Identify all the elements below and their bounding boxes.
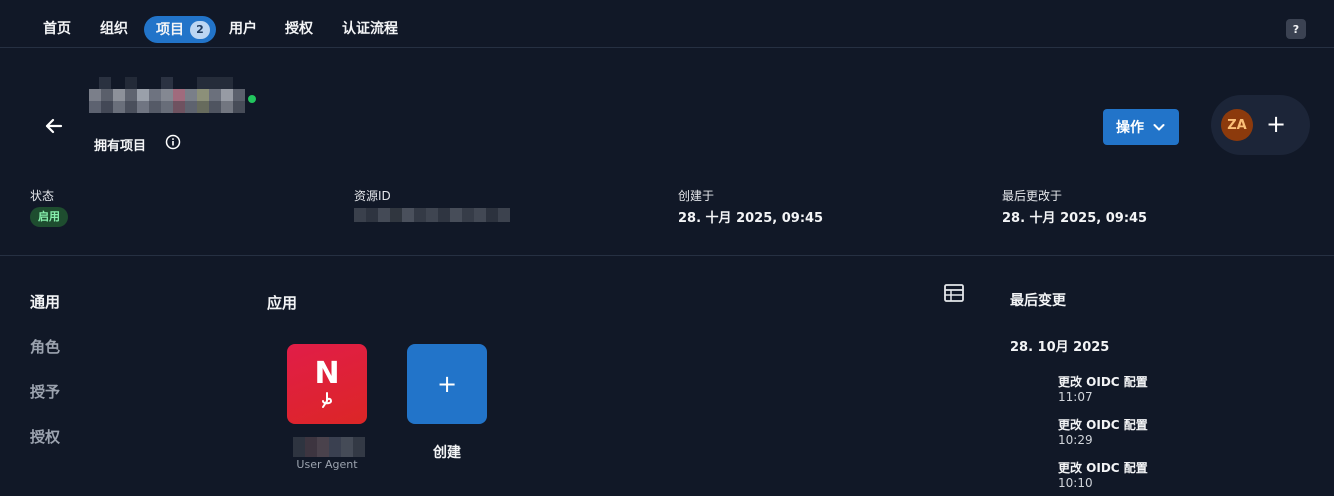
created-value: 28. 十月 2025, 09:45: [678, 211, 824, 226]
activity-entry-text: 更改 OIDC 配置: [1058, 461, 1148, 475]
info-icon[interactable]: [165, 134, 181, 150]
avatar[interactable]: ZA: [1221, 109, 1253, 141]
created-label: 创建于: [678, 189, 715, 203]
modified-value: 28. 十月 2025, 09:45: [1002, 211, 1148, 226]
nav-item-users[interactable]: 用户: [229, 16, 257, 42]
nav-item-organization[interactable]: 组织: [100, 16, 128, 42]
activity-entry-text: 更改 OIDC 配置: [1058, 418, 1148, 432]
nav-item-projects-label: 项目: [156, 21, 184, 38]
create-app-button[interactable]: +: [407, 344, 487, 424]
resource-id-label: 资源ID: [354, 189, 391, 203]
project-name-redacted: [89, 77, 249, 113]
app-card[interactable]: N: [287, 344, 367, 424]
table-view-icon[interactable]: [944, 284, 964, 302]
project-subtitle: 拥有项目: [94, 139, 147, 154]
actions-label: 操作: [1116, 120, 1144, 136]
nav-item-auth-flows[interactable]: 认证流程: [342, 16, 398, 42]
back-arrow-icon[interactable]: [42, 114, 66, 138]
activity-entry-time: 11:07: [1058, 390, 1093, 404]
create-app-label: 创建: [433, 445, 461, 461]
activity-entry-text: 更改 OIDC 配置: [1058, 375, 1148, 389]
nav-item-home[interactable]: 首页: [43, 16, 71, 42]
last-changes-title: 最后变更: [1010, 293, 1066, 309]
nav-item-authorizations[interactable]: 授权: [285, 16, 313, 42]
sidenav-item-roles[interactable]: 角色: [30, 336, 60, 357]
modified-label: 最后更改于: [1002, 189, 1063, 203]
projects-count-badge: 2: [190, 20, 210, 39]
app-initial: N: [314, 356, 340, 391]
activity-entry-time: 10:10: [1058, 476, 1093, 490]
sidenav-item-grants[interactable]: 授予: [30, 381, 60, 402]
activity-entry-time: 10:29: [1058, 433, 1093, 447]
activity-date: 28. 10月 2025: [1010, 340, 1110, 355]
resource-id-redacted: [354, 207, 510, 226]
status-indicator-dot: [248, 95, 256, 103]
add-button[interactable]: +: [1264, 112, 1288, 137]
user-agent-icon: [322, 392, 333, 408]
sidenav-item-general[interactable]: 通用: [30, 291, 60, 312]
sidenav-item-authorizations[interactable]: 授权: [30, 426, 60, 447]
app-type-label: User Agent: [296, 458, 358, 471]
status-label: 状态: [30, 189, 55, 203]
nav-item-projects[interactable]: 项目 2: [144, 16, 216, 43]
apps-section-title: 应用: [267, 294, 298, 312]
status-badge: 启用: [30, 207, 68, 227]
chevron-down-icon: [1153, 124, 1165, 131]
actions-dropdown-button[interactable]: 操作: [1103, 109, 1179, 145]
header-divider: [0, 255, 1334, 256]
top-navigation: 首页 组织 项目 2 用户 授权 认证流程 ?: [0, 0, 1334, 48]
help-button[interactable]: ?: [1286, 19, 1306, 39]
